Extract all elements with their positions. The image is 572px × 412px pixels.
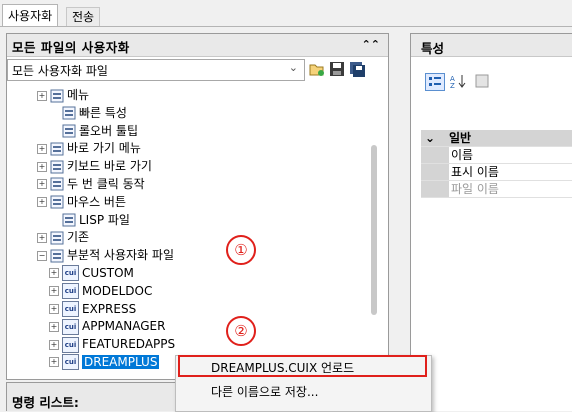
cui-file-icon: cui [62,318,79,335]
tree-item-label: 부분적 사용자화 파일 [67,248,174,263]
annotation-marker-2: ② [226,316,256,346]
expand-node-icon[interactable]: + [49,321,59,332]
tree-item[interactable]: + 마우스 버튼 [37,194,175,212]
properties-toolbar: AZ [411,57,572,127]
svg-text:Z: Z [450,82,455,89]
property-row-file-name[interactable]: 파일 이름 [421,181,572,198]
collapse-node-icon[interactable]: − [37,250,47,261]
chevron-down-icon: ⌄ [288,61,298,74]
quick-properties-icon [62,106,76,120]
tree-item[interactable]: + 두 번 클릭 동작 [37,176,175,194]
tree-item[interactable]: + 바로 가기 메뉴 [37,140,175,158]
tree-item[interactable]: + 키보드 바로 가기 [37,158,175,176]
tree-item-label: 바로 가기 메뉴 [67,141,141,156]
property-group-general[interactable]: ⌄ 일반 [421,130,572,147]
tree-item-label: 마우스 버튼 [67,194,127,209]
tab-customize[interactable]: 사용자화 [2,4,59,27]
tree-item[interactable]: + cui MODELDOC [37,283,175,301]
tree-item-label: EXPRESS [82,301,137,316]
customization-tree: + 메뉴빠른 특성롤오버 툴팁 + 바로 가기 메뉴 + 키보드 바로 가기 + 두 번 클릭… [7,85,388,379]
properties-header: 특성 [411,34,572,57]
tree-item-label: DREAMPLUS [82,354,160,369]
property-pages-icon[interactable] [474,73,490,89]
tree-item[interactable]: − 부분적 사용자화 파일 [37,247,175,265]
chevron-down-icon: ⌄ [425,131,436,145]
legacy-icon [50,231,64,245]
sort-alphabetical-icon[interactable]: AZ [449,73,467,90]
tab-transfer[interactable]: 전송 [66,7,101,27]
file-filter-dropdown[interactable]: 모든 사용자화 파일 ⌄ [7,59,305,81]
tab-divider [0,26,572,27]
tree-scrollbar[interactable] [371,145,377,315]
tree-item-label: 메뉴 [67,88,90,102]
rollover-tooltip-icon [62,124,76,138]
expand-node-icon[interactable]: + [37,197,47,208]
categorized-icon[interactable] [425,73,445,91]
tree-item-label: 기존 [67,230,90,245]
tree-item[interactable]: 롤오버 툴팁 [37,123,175,141]
highlight-box [178,355,427,377]
customizations-panel: 모든 파일의 사용자화 ⌃⌃ 모든 사용자화 파일 ⌄ + 메뉴빠른 특성롤오버 … [6,33,389,380]
tree-item[interactable]: LISP 파일 [37,212,175,230]
property-row-name[interactable]: 이름 [421,147,572,164]
tree-item-label: FEATUREDAPPS [82,337,176,352]
partial-cui-icon [50,249,64,263]
tree-item-label: 빠른 특성 [79,105,127,120]
tree-item[interactable]: 빠른 특성 [37,105,175,123]
cui-file-icon: cui [62,301,79,318]
command-list-title: 명령 리스트: [12,395,79,410]
save-icon[interactable] [329,61,345,77]
tree-item[interactable]: + cui FEATUREDAPPS [37,336,175,354]
annotation-marker-1: ① [226,235,256,265]
properties-grid: ⌄ 일반 이름 표시 이름 파일 이름 [421,130,572,198]
expand-node-icon[interactable]: + [49,286,59,297]
tree-item-label: 키보드 바로 가기 [67,159,152,174]
save-all-icon[interactable] [349,61,365,77]
lisp-file-icon [62,213,76,227]
expand-node-icon[interactable]: + [37,161,47,172]
expand-node-icon[interactable]: + [37,90,47,101]
tree-item[interactable]: + cui APPMANAGER [37,318,175,336]
expand-node-icon[interactable]: + [37,143,47,154]
expand-node-icon[interactable]: + [49,268,59,279]
double-click-icon [50,177,64,191]
keyboard-shortcut-icon [50,160,64,174]
expand-node-icon[interactable]: + [49,304,59,315]
shortcut-menu-icon [50,142,64,156]
tree-item[interactable]: + cui DREAMPLUS [37,354,175,372]
cui-file-icon: cui [62,265,79,282]
expand-node-icon[interactable]: + [49,339,59,350]
menu-icon [50,89,64,103]
expand-node-icon[interactable]: + [49,357,59,368]
properties-panel: 특성 AZ ⌄ 일반 이름 표시 이름 파일 이름 [410,33,572,411]
cui-file-icon: cui [62,336,79,353]
tree-item-label: LISP 파일 [79,212,130,227]
tree-item-label: 롤오버 툴팁 [79,123,139,138]
tree-item[interactable]: + 기존 [37,229,175,247]
expand-node-icon[interactable]: + [37,179,47,190]
cui-file-icon: cui [62,283,79,300]
properties-title: 특성 [421,41,445,56]
tree-item-label: APPMANAGER [82,319,166,334]
tree-item[interactable]: + cui EXPRESS [37,301,175,319]
expand-node-icon[interactable]: + [37,232,47,243]
dropdown-value: 모든 사용자화 파일 [12,64,108,78]
tree-item[interactable]: + 메뉴 [37,87,175,105]
menu-item-save-as[interactable]: 다른 이름으로 저장... [211,382,318,402]
open-file-icon[interactable] [309,61,325,77]
tree-item-label: 두 번 클릭 동작 [67,176,145,191]
tree-item-label: CUSTOM [82,265,134,280]
tree-item[interactable]: + cui CUSTOM [37,265,175,283]
mouse-button-icon [50,195,64,209]
property-row-display-name[interactable]: 표시 이름 [421,164,572,181]
panel-title: 모든 파일의 사용자화 [12,40,130,55]
tree-item-label: MODELDOC [82,283,153,298]
cui-file-icon: cui [62,354,79,371]
collapse-icon[interactable]: ⌃⌃ [362,38,380,51]
panel-header: 모든 파일의 사용자화 ⌃⌃ [7,34,388,57]
